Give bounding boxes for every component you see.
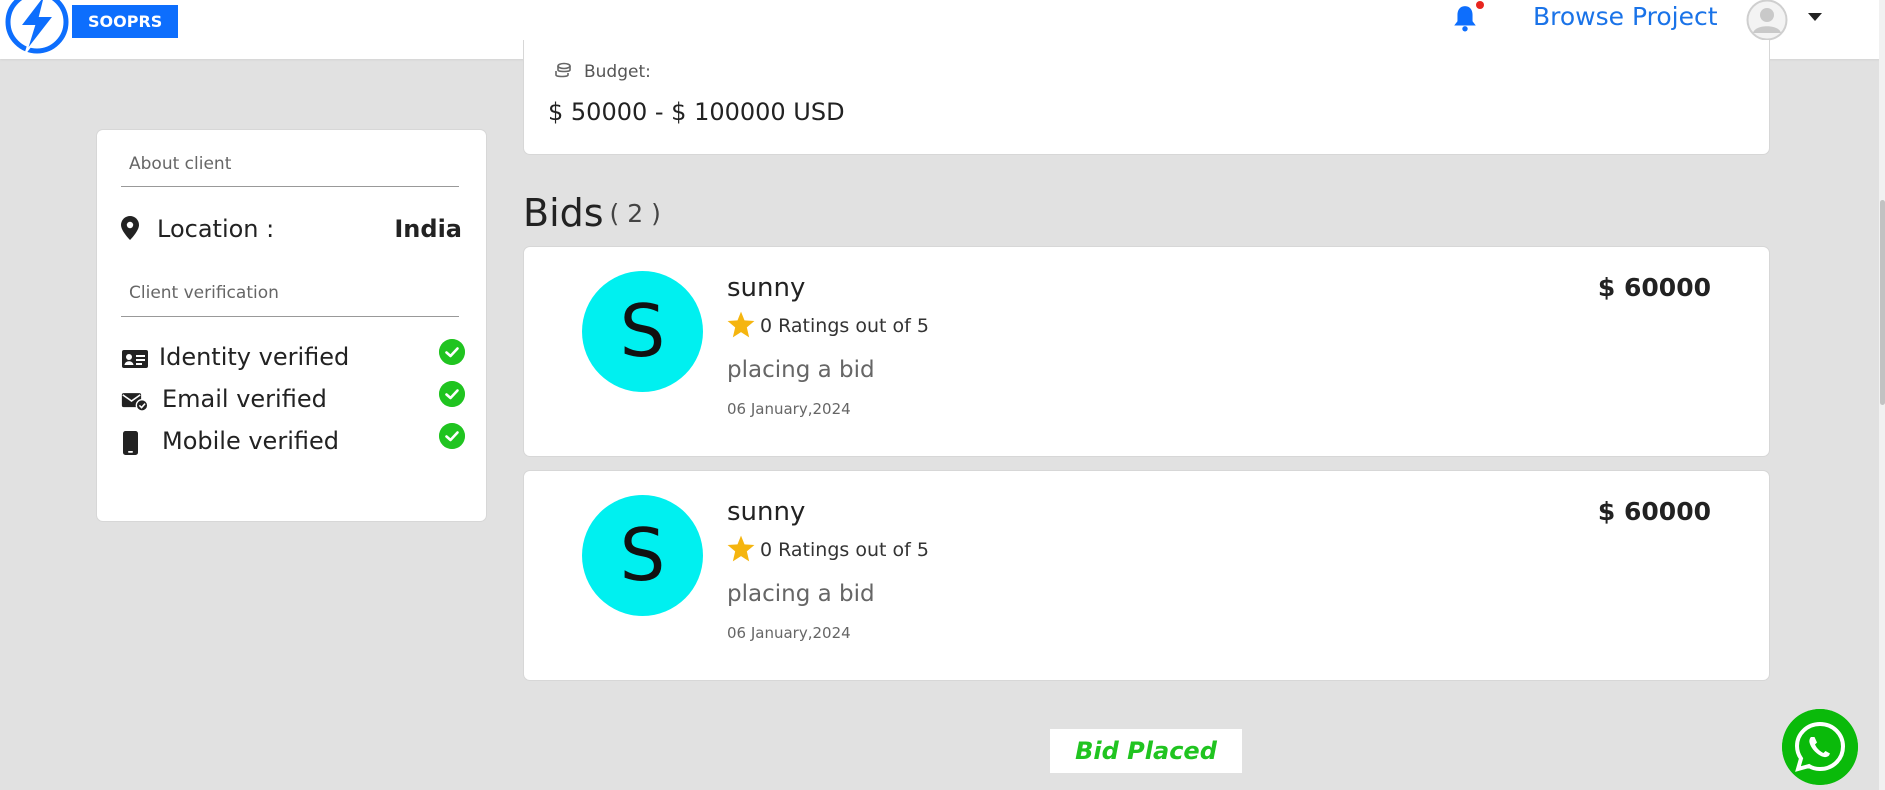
email-verified-row: Email verified — [121, 381, 465, 417]
location-pin-icon — [121, 216, 139, 240]
bidder-avatar[interactable]: S — [582, 495, 703, 616]
mobile-verified-row: Mobile verified — [121, 423, 465, 459]
check-circle-icon — [439, 423, 465, 449]
brand-logo[interactable]: SOOPRS — [0, 0, 180, 58]
bids-heading: Bids( 2 ) — [523, 191, 661, 235]
bidder-name[interactable]: sunny — [727, 273, 805, 303]
identity-verified-label: Identity verified — [159, 343, 350, 371]
logo-icon — [5, 0, 69, 54]
bid-date: 06 January,2024 — [727, 624, 851, 642]
whatsapp-icon[interactable] — [1782, 709, 1858, 785]
about-client-card: About client Location : India Client ver… — [96, 129, 487, 522]
browse-project-link[interactable]: Browse Project — [1533, 2, 1718, 31]
bid-amount: $ 60000 — [1597, 273, 1711, 302]
star-icon — [727, 311, 755, 338]
bid-amount: $ 60000 — [1597, 497, 1711, 526]
bid-card[interactable]: S sunny 0 Ratings out of 5 placing a bid… — [523, 246, 1770, 457]
location-label: Location : — [157, 215, 275, 243]
location-value: India — [394, 215, 462, 243]
user-avatar-icon[interactable] — [1745, 0, 1790, 41]
email-verified-label: Email verified — [162, 385, 327, 413]
notification-dot — [1476, 1, 1484, 9]
chevron-down-icon[interactable] — [1808, 13, 1822, 21]
id-card-icon — [122, 350, 148, 368]
bid-placed-button[interactable]: Bid Placed — [1050, 729, 1242, 773]
bidder-avatar[interactable]: S — [582, 271, 703, 392]
bids-title-text: Bids — [523, 191, 604, 235]
project-budget-card: Budget: $ 50000 - $ 100000 USD — [523, 40, 1770, 155]
bid-message: placing a bid — [727, 357, 875, 383]
coins-icon — [555, 62, 571, 78]
bid-date: 06 January,2024 — [727, 400, 851, 418]
budget-value: $ 50000 - $ 100000 USD — [548, 98, 845, 126]
bidder-rating: 0 Ratings out of 5 — [760, 539, 929, 561]
mobile-phone-icon — [123, 431, 138, 455]
bell-icon[interactable] — [1452, 4, 1478, 32]
check-circle-icon — [439, 381, 465, 407]
budget-label: Budget: — [584, 62, 651, 82]
check-circle-icon — [439, 339, 465, 365]
about-client-heading: About client — [129, 154, 232, 174]
bid-card[interactable]: S sunny 0 Ratings out of 5 placing a bid… — [523, 470, 1770, 681]
identity-verified-row: Identity verified — [121, 339, 465, 375]
bidder-rating: 0 Ratings out of 5 — [760, 315, 929, 337]
envelope-check-icon — [121, 393, 149, 412]
divider — [121, 186, 459, 187]
bids-count: ( 2 ) — [609, 199, 661, 228]
bid-message: placing a bid — [727, 581, 875, 607]
bidder-name[interactable]: sunny — [727, 497, 805, 527]
logo-text: SOOPRS — [72, 5, 178, 38]
divider — [121, 316, 459, 317]
page-scrollbar-thumb[interactable] — [1880, 200, 1885, 405]
client-verification-heading: Client verification — [129, 283, 279, 303]
mobile-verified-label: Mobile verified — [162, 427, 339, 455]
star-icon — [727, 535, 755, 562]
